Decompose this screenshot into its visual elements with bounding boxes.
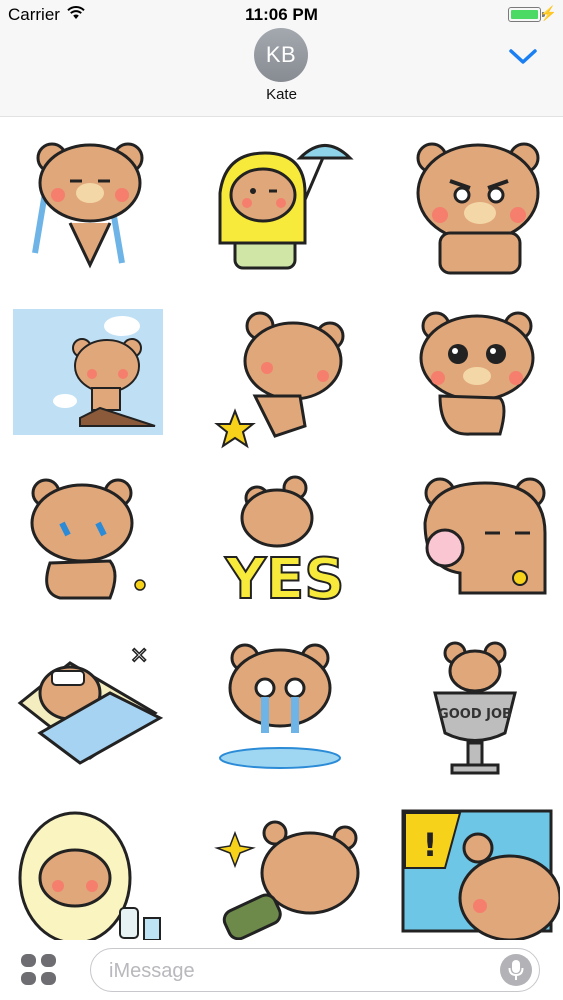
sticker-shocked-crying-bear[interactable] [205,633,365,783]
chevron-down-icon[interactable] [508,46,538,68]
dictation-button[interactable] [500,954,532,986]
status-bar: Carrier 11:06 PM ⚡ [0,0,563,30]
sticker-kicking-bear[interactable] [205,306,365,456]
sticker-comic-panel-bear[interactable]: ! [400,808,562,958]
contact-name[interactable]: Kate [0,86,563,103]
app-drawer-icon[interactable] [20,953,58,987]
sticker-yes-bear[interactable]: YES [205,473,365,623]
sticker-mochi-bear[interactable] [400,473,560,623]
contact-avatar[interactable]: KB [254,28,308,82]
sticker-exclaim-text: ! [423,826,438,864]
conversation-header: Carrier 11:06 PM ⚡ KB Kate [0,0,563,117]
sticker-sick-bear[interactable]: ✕ [10,633,170,783]
svg-text:✕: ✕ [130,644,148,669]
sticker-wide-eyed-bear[interactable] [400,306,560,456]
message-input[interactable]: iMessage [90,948,540,992]
sticker-angry-bear[interactable] [400,133,560,283]
sticker-raincoat-bear[interactable] [205,133,365,283]
charging-icon: ⚡ [539,5,557,21]
sticker-fluffy-hood-bear[interactable] [10,808,170,958]
sticker-sobbing-bear[interactable] [10,473,170,623]
battery-level [511,10,538,19]
microphone-icon [508,960,524,980]
composer-bar: iMessage [0,940,563,1000]
sticker-trophy-bear[interactable]: GOOD JOB [400,633,560,783]
clock: 11:06 PM [245,5,318,24]
sticker-sparkle-bear[interactable] [205,808,365,958]
sticker-cliff-bear[interactable] [10,306,170,456]
sticker-yes-text: YES [224,547,344,612]
sticker-good-job-text: GOOD JOB [438,707,512,722]
sticker-crying-bear[interactable] [10,133,170,283]
battery-icon [508,7,545,22]
message-placeholder: iMessage [109,960,195,982]
sticker-grid: YES ✕ GOOD JOB ! [0,118,563,945]
